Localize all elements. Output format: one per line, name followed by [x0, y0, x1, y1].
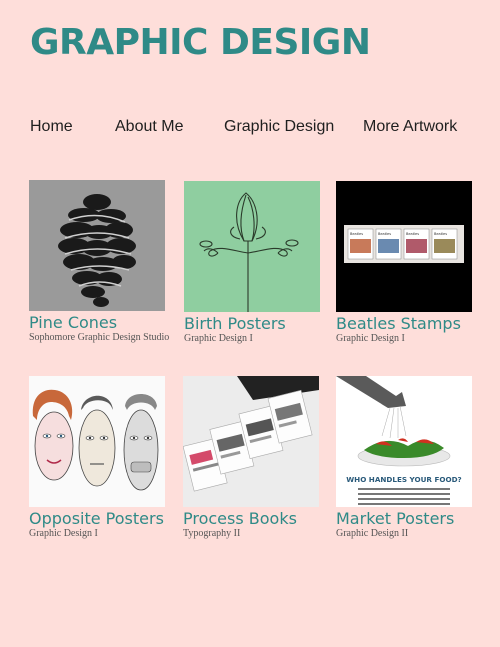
card-subtitle-market-posters: Graphic Design II — [336, 528, 409, 539]
opposite-posters-thumbnail[interactable] — [29, 376, 165, 507]
nav-item-graphic-design[interactable]: Graphic Design — [224, 118, 334, 136]
market-posters-thumbnail[interactable]: WHO HANDLES YOUR FOOD? — [336, 376, 472, 507]
pine-cone-drawing — [29, 180, 165, 311]
gallery-card-opposite-posters[interactable]: Opposite Posters Graphic Design I — [29, 376, 169, 540]
market-poster-headline: WHO HANDLES YOUR FOOD? — [346, 475, 461, 484]
card-subtitle-process-books: Typography II — [183, 528, 241, 539]
birth-posters-thumbnail[interactable] — [184, 181, 320, 312]
site-title: GRAPHIC DESIGN — [30, 22, 371, 63]
gallery-card-beatles-stamps[interactable]: Beatles Beatles Beatles Beatles Beatles … — [336, 181, 476, 345]
stamp-3-label: Beatles — [406, 232, 419, 236]
card-subtitle-birth-posters: Graphic Design I — [184, 333, 253, 344]
market-poster-image: WHO HANDLES YOUR FOOD? — [336, 376, 472, 507]
gallery-card-market-posters[interactable]: WHO HANDLES YOUR FOOD? Market Posters Gr… — [336, 376, 476, 540]
card-title-birth-posters[interactable]: Birth Posters — [184, 315, 324, 333]
stamp-4-label: Beatles — [434, 232, 447, 236]
nav-item-home[interactable]: Home — [30, 118, 73, 136]
card-subtitle-beatles-stamps: Graphic Design I — [336, 333, 405, 344]
stamps-sheet-drawing: Beatles Beatles Beatles Beatles — [336, 181, 472, 312]
card-title-market-posters[interactable]: Market Posters — [336, 510, 476, 528]
beatles-stamps-thumbnail[interactable]: Beatles Beatles Beatles Beatles — [336, 181, 472, 312]
stamp-2-label: Beatles — [378, 232, 391, 236]
main-nav: Home About Me Graphic Design More Artwor… — [0, 118, 500, 140]
gallery-card-pine-cones[interactable]: Pine Cones Sophomore Graphic Design Stud… — [29, 180, 169, 344]
faces-drawing — [29, 376, 165, 507]
card-subtitle-opposite-posters: Graphic Design I — [29, 528, 98, 539]
card-subtitle-pine-cones: Sophomore Graphic Design Studio — [29, 332, 170, 343]
card-title-opposite-posters[interactable]: Opposite Posters — [29, 510, 169, 528]
stamp-1-label: Beatles — [350, 232, 363, 236]
nav-item-about-me[interactable]: About Me — [115, 118, 183, 136]
nav-item-more-artwork[interactable]: More Artwork — [363, 118, 457, 136]
card-title-pine-cones[interactable]: Pine Cones — [29, 314, 169, 332]
gallery-card-process-books[interactable]: Process Books Typography II — [183, 376, 323, 540]
gallery-card-birth-posters[interactable]: Birth Posters Graphic Design I — [184, 181, 324, 345]
process-books-photo — [183, 376, 319, 507]
card-title-process-books[interactable]: Process Books — [183, 510, 323, 528]
process-books-thumbnail[interactable] — [183, 376, 319, 507]
pine-cones-thumbnail[interactable] — [29, 180, 165, 311]
flower-bud-drawing — [184, 181, 320, 312]
card-title-beatles-stamps[interactable]: Beatles Stamps — [336, 315, 476, 333]
